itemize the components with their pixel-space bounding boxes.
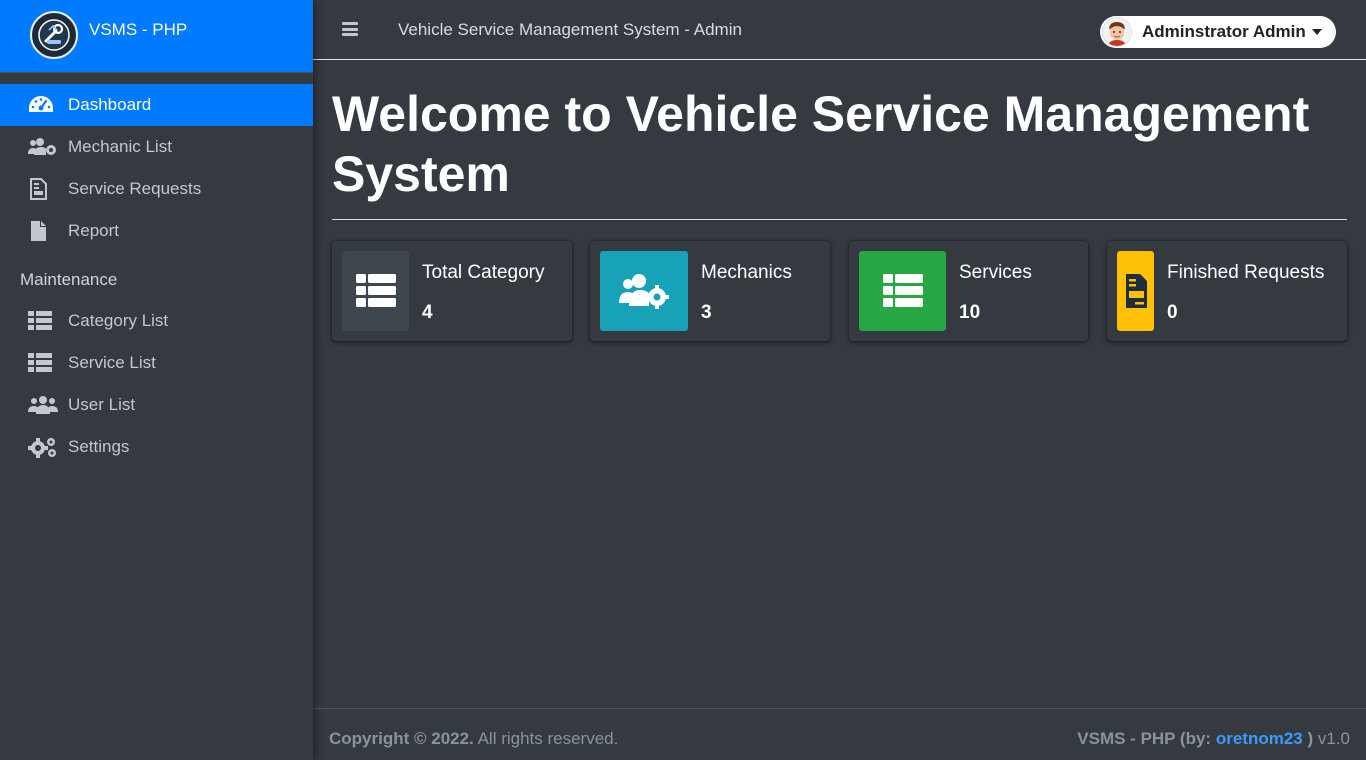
brand-name: VSMS - PHP — [89, 20, 188, 39]
avatar — [1102, 17, 1132, 47]
sidebar-item-service-list[interactable]: Service List — [0, 342, 313, 384]
users-icon — [28, 393, 58, 417]
menu-toggle-icon[interactable] — [342, 22, 358, 36]
topbar-title: Vehicle Service Management System - Admi… — [398, 20, 742, 39]
sidebar: VSMS - PHP Dashboard Mechanic List Servi… — [0, 0, 313, 760]
sidebar-item-label: Dashboard — [68, 95, 152, 114]
file-icon — [28, 219, 58, 243]
card-value: 3 — [701, 302, 712, 323]
th-list-icon — [342, 251, 409, 331]
sidebar-item-label: Settings — [68, 437, 130, 456]
car-repair-logo-icon — [30, 11, 78, 59]
sidebar-item-label: Mechanic List — [68, 137, 172, 156]
card-label: Services — [959, 262, 1032, 283]
footer: Copyright © 2022. All rights reserved. V… — [313, 708, 1366, 760]
top-navbar: Vehicle Service Management System - Admi… — [313, 0, 1366, 60]
users-cog-icon — [600, 251, 688, 331]
sidebar-item-category-list[interactable]: Category List — [0, 300, 313, 342]
info-card-mechanics: Mechanics 3 — [590, 241, 830, 341]
sidebar-item-mechanic-list[interactable]: Mechanic List — [0, 126, 313, 168]
info-card-total-category: Total Category 4 — [332, 241, 572, 341]
cogs-icon — [28, 435, 58, 459]
card-label: Total Category — [422, 262, 545, 283]
file-invoice-icon — [28, 177, 58, 201]
tachometer-icon — [28, 93, 58, 117]
th-list-icon — [28, 351, 58, 375]
app-prefix: VSMS - PHP (by: — [1077, 728, 1216, 748]
sidebar-item-label: Service List — [68, 353, 156, 372]
author-link[interactable]: oretnom23 — [1216, 729, 1303, 748]
sidebar-nav: Dashboard Mechanic List Service Requests… — [0, 73, 313, 468]
sidebar-item-label: Category List — [68, 311, 169, 330]
app-root: VSMS - PHP Dashboard Mechanic List Servi… — [0, 0, 1366, 760]
sidebar-item-dashboard[interactable]: Dashboard — [0, 84, 313, 126]
card-value: 4 — [422, 302, 433, 323]
users-cog-icon — [28, 135, 58, 159]
copyright-rest: All rights reserved. — [473, 728, 619, 748]
copyright-bold: Copyright © 2022. — [329, 728, 474, 748]
sidebar-item-service-requests[interactable]: Service Requests — [0, 168, 313, 210]
brand-link[interactable]: VSMS - PHP — [0, 0, 313, 73]
sidebar-item-label: Service Requests — [68, 179, 202, 198]
info-card-services: Services 10 — [849, 241, 1088, 341]
footer-copyright: Copyright © 2022. All rights reserved. — [329, 729, 618, 749]
sidebar-item-user-list[interactable]: User List — [0, 384, 313, 426]
app-version: v1.0 — [1313, 728, 1350, 748]
page-title: Welcome to Vehicle Service Management Sy… — [332, 86, 1310, 202]
th-list-icon — [859, 251, 946, 331]
user-name: Adminstrator Admin — [1142, 22, 1306, 41]
app-suffix: ) — [1302, 728, 1314, 748]
chevron-down-icon — [1311, 29, 1322, 35]
card-label: Finished Requests — [1167, 262, 1325, 283]
sidebar-section-maintenance: Maintenance — [20, 270, 118, 289]
sidebar-item-report[interactable]: Report — [0, 210, 313, 252]
sidebar-item-settings[interactable]: Settings — [0, 426, 313, 468]
sidebar-item-label: Report — [68, 221, 120, 240]
th-list-icon — [28, 309, 58, 333]
user-menu-button[interactable]: Adminstrator Admin — [1100, 16, 1336, 48]
divider — [332, 219, 1347, 220]
card-value: 10 — [959, 302, 981, 323]
sidebar-item-label: User List — [68, 395, 136, 414]
card-value: 0 — [1167, 302, 1178, 323]
main-content: Welcome to Vehicle Service Management Sy… — [313, 61, 1366, 708]
card-label: Mechanics — [701, 262, 792, 283]
file-invoice-icon — [1117, 251, 1154, 331]
footer-credits: VSMS - PHP (by: oretnom23 ) v1.0 — [1077, 729, 1350, 749]
info-card-finished-requests: Finished Requests 0 — [1107, 241, 1347, 341]
